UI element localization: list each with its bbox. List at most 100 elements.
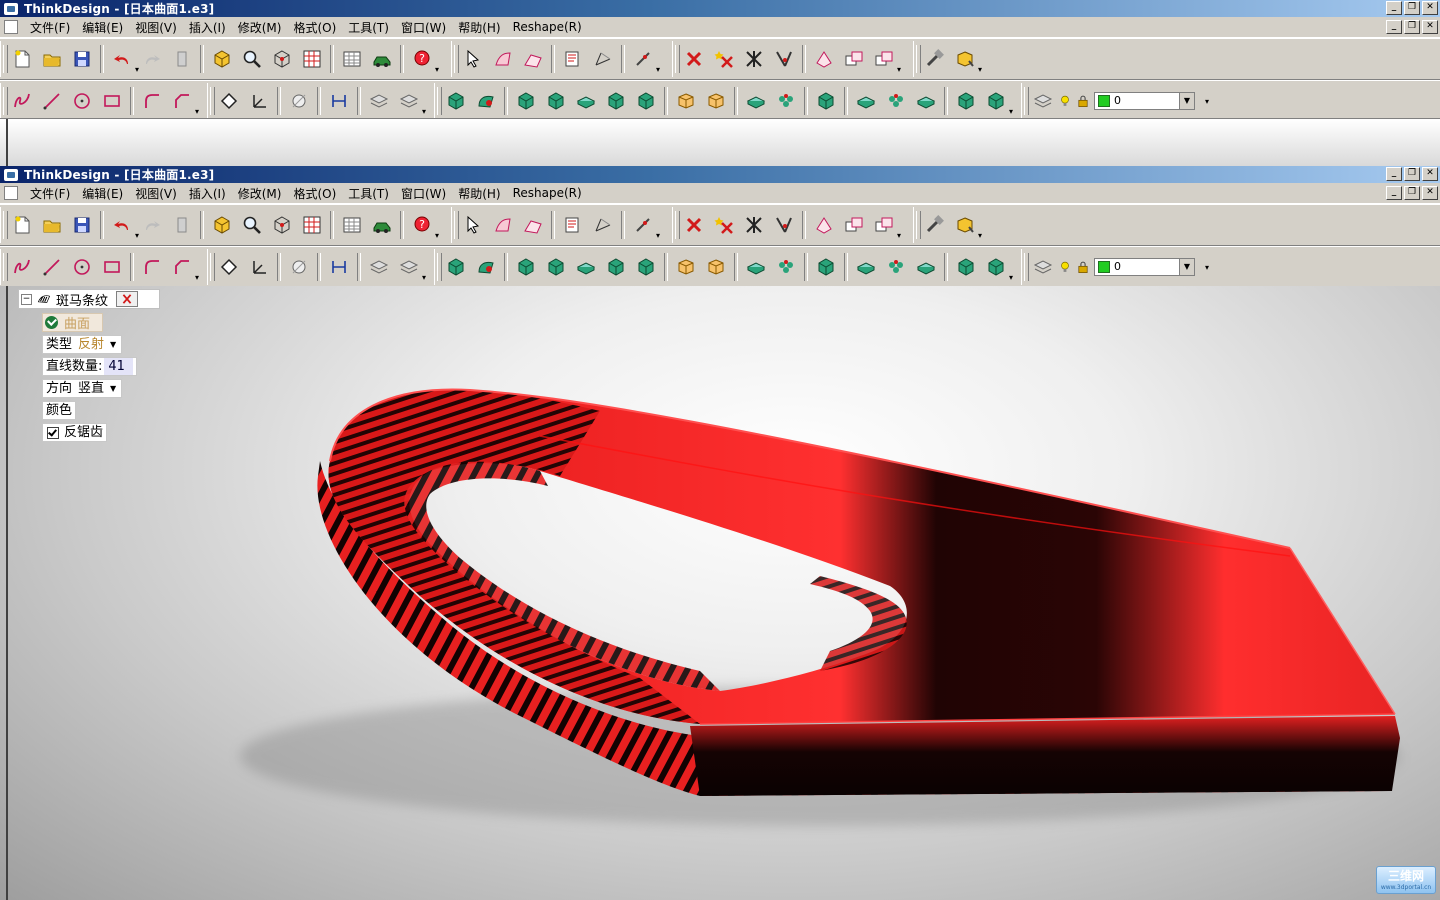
box-open-button[interactable] [702,252,730,282]
pattern-button[interactable] [772,86,800,116]
select-button[interactable] [459,44,487,74]
slab-button[interactable] [912,86,940,116]
delete-special-button[interactable] [710,210,738,240]
document-icon[interactable] [4,186,18,200]
block-button[interactable] [812,86,840,116]
surface-button[interactable] [742,86,770,116]
menu-reshape[interactable]: Reshape(R) [507,186,588,200]
menu-file[interactable]: 文件(F) [24,19,76,36]
doc-close-button[interactable]: ✕ [1422,186,1438,200]
split-button[interactable] [740,210,768,240]
datum-button[interactable] [215,252,243,282]
panel-header[interactable]: − 斑马条纹 [18,289,160,309]
menu-format[interactable]: 格式(O) [287,185,342,202]
clipboard-button[interactable] [168,210,196,240]
trim-button[interactable] [770,210,798,240]
pick-button[interactable] [629,210,660,240]
doc-restore-button[interactable]: ❐ [1404,186,1420,200]
stack-button[interactable] [882,252,910,282]
copy-button[interactable] [840,44,868,74]
doc-close-button[interactable]: ✕ [1422,20,1438,34]
chevron-down-icon[interactable]: ▼ [1179,93,1194,109]
minimize-button[interactable]: _ [1386,1,1402,15]
assembly-button[interactable] [952,86,980,116]
measure-button[interactable] [589,44,617,74]
boolean-button[interactable] [602,86,630,116]
pattern-button[interactable] [772,252,800,282]
layer-combo[interactable]: 0 ▼ [1094,258,1195,276]
block-button[interactable] [812,252,840,282]
assembly-more-button[interactable] [982,252,1013,282]
layers-more-button[interactable] [395,252,426,282]
boolean-button[interactable] [602,252,630,282]
undo-button[interactable] [108,210,139,240]
snap-button[interactable] [285,86,313,116]
datum-button[interactable] [215,86,243,116]
restore-button[interactable]: ❐ [1404,167,1420,181]
surface-button[interactable] [742,252,770,282]
analyze-button[interactable] [810,210,838,240]
sweep-button[interactable] [472,252,500,282]
box-primitive-button[interactable] [672,252,700,282]
wireframe-button[interactable] [268,44,296,74]
table-button[interactable] [338,210,366,240]
3d-viewport[interactable]: − 斑马条纹 曲面 类型 反射 ▼ 直线数量: 41 方向 竖直 ▼ 颜色 反锯 [0,286,1440,900]
loft-button[interactable] [542,252,570,282]
trim-button[interactable] [770,44,798,74]
close-button[interactable]: ✕ [1422,1,1438,15]
layer-manager-button[interactable] [1029,252,1057,282]
layers-button[interactable] [365,86,393,116]
list-button[interactable] [559,210,587,240]
redo-button[interactable] [138,210,166,240]
thinkdesign-app-icon[interactable] [4,2,18,15]
help-button[interactable] [408,44,439,74]
curve-button[interactable] [8,252,36,282]
layer-combo[interactable]: 0 ▼ [1094,92,1195,110]
pick-button[interactable] [629,44,660,74]
plate-button[interactable] [852,86,880,116]
fillet-button[interactable] [138,86,166,116]
loft-button[interactable] [542,86,570,116]
zebra-stripe-model[interactable] [0,286,1440,900]
direction-dropdown[interactable]: 方向 竖直 ▼ [42,379,123,398]
zoom-button[interactable] [238,210,266,240]
rectangle-button[interactable] [98,252,126,282]
revolve-button[interactable] [512,252,540,282]
layer-select[interactable]: 0 ▼ [1094,92,1195,110]
axis-button[interactable] [245,252,273,282]
clipboard-button[interactable] [168,44,196,74]
menu-format[interactable]: 格式(O) [287,19,342,36]
snap-button[interactable] [285,252,313,282]
line-button[interactable] [38,86,66,116]
menu-view[interactable]: 视图(V) [129,19,183,36]
line-count-field[interactable]: 直线数量: 41 [42,357,137,376]
chamfer-button[interactable] [168,252,199,282]
menu-file[interactable]: 文件(F) [24,185,76,202]
save-button[interactable] [68,210,96,240]
shaded-view-button[interactable] [208,210,236,240]
box-primitive-button[interactable] [672,86,700,116]
menu-help[interactable]: 帮助(H) [452,185,506,202]
surface-selector[interactable]: 曲面 [42,313,104,332]
menu-window[interactable]: 窗口(W) [395,19,452,36]
panel-close-button[interactable] [116,291,139,307]
doc-title-bar[interactable]: ThinkDesign - [日本曲面1.e3] _ ❐ ✕ [0,166,1440,183]
checkbox-checked-icon[interactable] [47,426,59,439]
axis-button[interactable] [245,86,273,116]
layer-manager-button[interactable] [1029,86,1057,116]
render-button[interactable] [368,210,396,240]
shaded-view-button[interactable] [208,44,236,74]
undo-button[interactable] [108,44,139,74]
menu-window[interactable]: 窗口(W) [395,185,452,202]
transform-button[interactable] [870,210,901,240]
save-button[interactable] [68,44,96,74]
menu-modify[interactable]: 修改(M) [232,185,288,202]
extrude-button[interactable] [442,86,470,116]
gem-button[interactable] [632,252,660,282]
zoom-button[interactable] [238,44,266,74]
package-button[interactable] [951,44,982,74]
slab-button[interactable] [912,252,940,282]
split-button[interactable] [740,44,768,74]
doc-restore-button[interactable]: ❐ [1404,20,1420,34]
dimension-button[interactable] [325,252,353,282]
